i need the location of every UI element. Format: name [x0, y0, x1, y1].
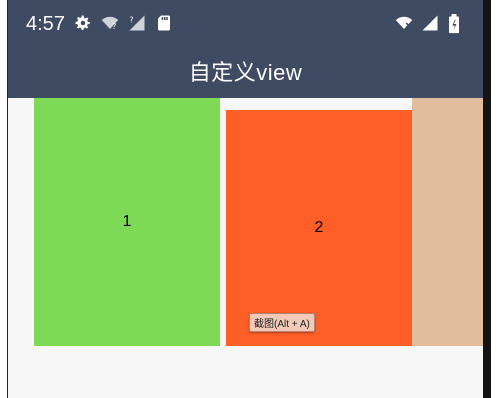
page-panel-1[interactable]: 1 — [34, 98, 220, 346]
gear-icon — [74, 14, 92, 32]
status-time: 4:57 — [26, 13, 65, 35]
wifi-question-icon: ? — [101, 14, 119, 32]
phone-screen: 4:57 ? ? 自定义view 1 2 截图(Alt + A) — [7, 0, 491, 398]
wifi-off-icon — [395, 14, 413, 32]
page-panel-2[interactable]: 2 — [226, 110, 412, 346]
status-bar: 4:57 ? ? — [8, 0, 483, 44]
status-icons-right — [395, 14, 465, 34]
svg-text:?: ? — [112, 22, 116, 31]
panel-label-2: 2 — [314, 219, 324, 236]
status-icons-left: ? ? — [74, 14, 173, 32]
screenshot-tooltip: 截图(Alt + A) — [249, 313, 315, 332]
svg-text:?: ? — [130, 15, 134, 24]
page-panel-3[interactable] — [412, 98, 483, 346]
signal-icon — [421, 14, 439, 32]
signal-question-icon: ? — [128, 14, 146, 32]
custom-view-area[interactable]: 1 2 截图(Alt + A) — [8, 98, 483, 398]
app-bar: 自定义view — [8, 44, 483, 98]
app-title: 自定义view — [188, 60, 303, 85]
battery-icon — [447, 14, 465, 34]
sd-card-icon — [155, 14, 173, 32]
panel-label-1: 1 — [122, 213, 132, 230]
